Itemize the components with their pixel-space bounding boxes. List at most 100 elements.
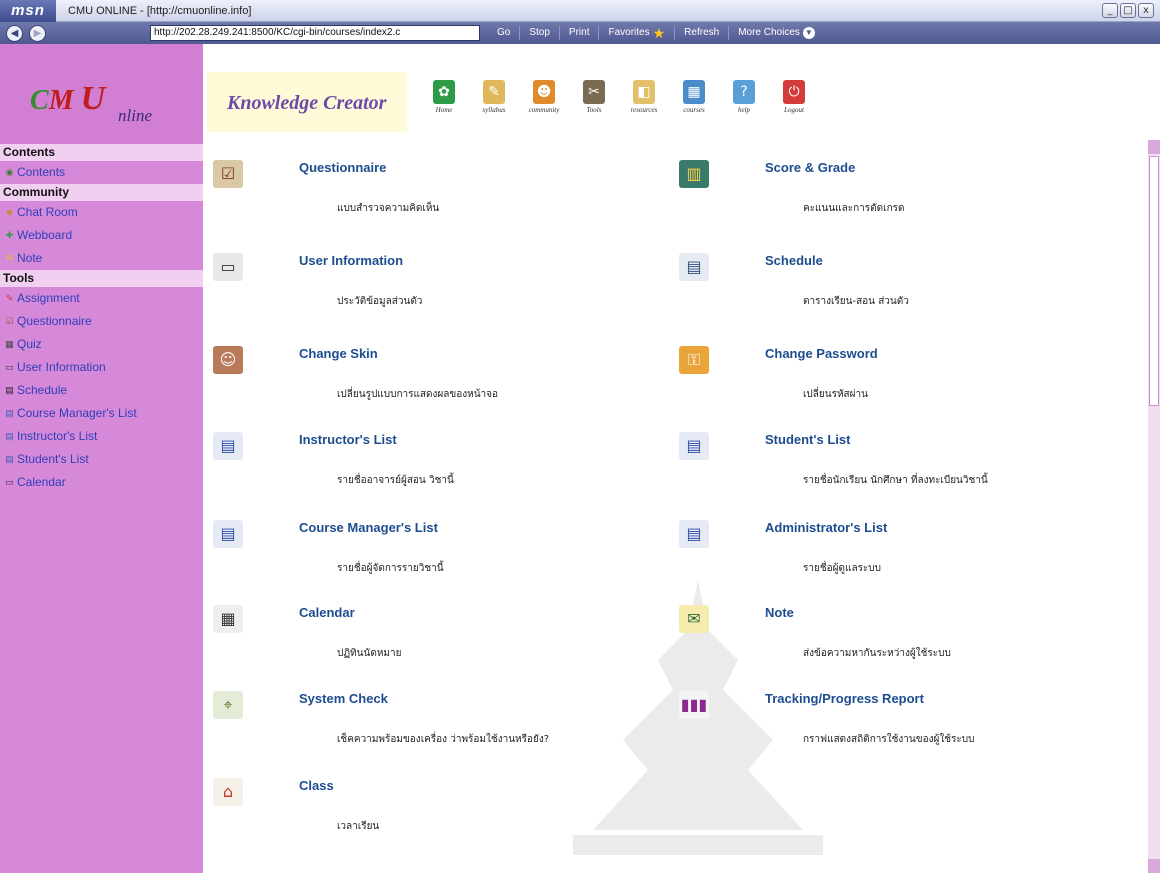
- sidebar-item-questionnaire[interactable]: ☑ Questionnaire: [0, 310, 203, 333]
- entry-title[interactable]: Change Password: [765, 346, 878, 361]
- nav-logout[interactable]: ⏻ Logout: [773, 80, 815, 114]
- sidebar-item-user-information[interactable]: ▭ User Information: [0, 356, 203, 379]
- entry-calendar[interactable]: ▦ Calendar ปฏิทินนัดหมาย: [203, 585, 643, 675]
- nav-courses[interactable]: ▦ courses: [673, 80, 715, 114]
- stop-button[interactable]: Stop: [519, 26, 559, 40]
- scroll-up-button[interactable]: [1148, 140, 1160, 154]
- syllabus-icon: ✎: [483, 80, 505, 104]
- entry-title[interactable]: System Check: [299, 691, 388, 706]
- entry-description: รายชื่ออาจารย์ผู้สอน วิชานี้: [337, 475, 454, 486]
- back-button[interactable]: ◀: [6, 24, 23, 42]
- scroll-down-button[interactable]: [1148, 859, 1160, 873]
- nav-label: resources: [630, 106, 658, 114]
- entry-title[interactable]: Change Skin: [299, 346, 378, 361]
- msn-logo: msn: [0, 0, 56, 22]
- entry-title[interactable]: Score & Grade: [765, 160, 855, 175]
- chevron-down-icon: ▼: [802, 27, 815, 39]
- nav-label: Home: [435, 106, 453, 114]
- sidebar-item-note[interactable]: ✉ Note: [0, 247, 203, 270]
- nav-community[interactable]: ☻ community: [523, 80, 565, 114]
- note-icon: ✉: [679, 605, 709, 633]
- sidebar-item-label: Questionnaire: [17, 314, 92, 328]
- go-button[interactable]: Go: [488, 26, 519, 40]
- logo-letter-u: U: [80, 80, 106, 117]
- entry-title[interactable]: User Information: [299, 253, 403, 268]
- entry-administrators-list[interactable]: ▤ Administrator's List รายชื่อผู้ดูแลระบ…: [669, 500, 1109, 590]
- sidebar-item-webboard[interactable]: ✚ Webboard: [0, 224, 203, 247]
- entry-title[interactable]: Calendar: [299, 605, 355, 620]
- logo-letter-m: M: [48, 85, 74, 116]
- sidebar-item-label: Note: [17, 251, 43, 265]
- maximize-button[interactable]: □: [1120, 3, 1136, 18]
- sidebar-item-label: Student's List: [17, 452, 89, 466]
- system-check-icon: ⌖: [213, 691, 243, 719]
- more-choices-button[interactable]: More Choices ▼: [728, 26, 824, 40]
- sidebar-item-calendar[interactable]: ▭ Calendar: [0, 471, 203, 494]
- list-icon: ▤: [679, 520, 709, 548]
- sidebar-item-label: Course Manager's List: [17, 406, 137, 420]
- nav-help[interactable]: ? help: [723, 80, 765, 114]
- entry-user-information[interactable]: ▭ User Information ประวัติข้อมูลส่วนตัว: [203, 233, 643, 323]
- back-arrow-icon: ◀: [10, 27, 19, 39]
- forward-button[interactable]: ▶: [29, 24, 46, 42]
- entry-tracking-progress-report[interactable]: ▮▮▮ Tracking/Progress Report กราฟแสดงสถิ…: [669, 671, 1109, 761]
- sidebar-item-students-list[interactable]: ▤ Student's List: [0, 448, 203, 471]
- sidebar-item-label: Contents: [17, 165, 66, 179]
- entry-title[interactable]: Instructor's List: [299, 432, 397, 447]
- nav-tools[interactable]: ✂ Tools: [573, 80, 615, 114]
- print-button[interactable]: Print: [558, 26, 599, 40]
- entry-change-password[interactable]: ⚿ Change Password เปลี่ยนรหัสผ่าน: [669, 326, 1109, 416]
- main-content: ☑ Questionnaire แบบสำรวจความคิดเห็น ▭ Us…: [203, 140, 1148, 873]
- entry-description: ประวัติข้อมูลส่วนตัว: [337, 296, 423, 307]
- sidebar-item-contents[interactable]: ◉ Contents: [0, 161, 203, 184]
- menu-heading-community: Community: [0, 184, 203, 201]
- sidebar-item-instructors-list[interactable]: ▤ Instructor's List: [0, 425, 203, 448]
- entry-title[interactable]: Tracking/Progress Report: [765, 691, 924, 706]
- entry-title[interactable]: Course Manager's List: [299, 520, 438, 535]
- entry-schedule[interactable]: ▤ Schedule ตารางเรียน-สอน ส่วนตัว: [669, 233, 1109, 323]
- refresh-button[interactable]: Refresh: [674, 26, 728, 40]
- content-scrollbar[interactable]: [1148, 140, 1160, 873]
- sidebar-item-course-managers-list[interactable]: ▤ Course Manager's List: [0, 402, 203, 425]
- entry-title[interactable]: Class: [299, 778, 334, 793]
- entry-students-list[interactable]: ▤ Student's List รายชื่อนักเรียน นักศึกษ…: [669, 412, 1109, 502]
- entry-class[interactable]: ⌂ Class เวลาเรียน: [203, 758, 643, 848]
- entry-instructors-list[interactable]: ▤ Instructor's List รายชื่ออาจารย์ผู้สอน…: [203, 412, 643, 502]
- nav-resources[interactable]: ◧ resources: [623, 80, 665, 114]
- menu-heading-tools: Tools: [0, 270, 203, 287]
- sidebar-item-chat-room[interactable]: ☻ Chat Room: [0, 201, 203, 224]
- stop-label: Stop: [529, 27, 550, 38]
- entry-change-skin[interactable]: ☺ Change Skin เปลี่ยนรูปแบบการแสดงผลของห…: [203, 326, 643, 416]
- close-button[interactable]: x: [1138, 3, 1154, 18]
- top-banner: Knowledge Creator ✿ Home ✎ syllabus ☻ commu…: [203, 44, 1160, 140]
- entry-description: คะแนนและการตัดเกรด: [803, 203, 905, 214]
- entry-title[interactable]: Note: [765, 605, 794, 620]
- address-bar[interactable]: http://202.28.249.241:8500/KC/cgi-bin/co…: [150, 25, 480, 41]
- browser-toolbar: ◀ ▶ http://202.28.249.241:8500/KC/cgi-bi…: [0, 22, 1160, 44]
- entry-note[interactable]: ✉ Note ส่งข้อความหากันระหว่างผู้ใช้ระบบ: [669, 585, 1109, 675]
- entry-system-check[interactable]: ⌖ System Check เช็คความพร้อมของเครื่อง ว…: [203, 671, 643, 761]
- sidebar-item-label: Webboard: [17, 228, 73, 242]
- cmu-online-logo: CM U: [30, 80, 105, 118]
- entry-course-managers-list[interactable]: ▤ Course Manager's List รายชื่อผู้จัดการ…: [203, 500, 643, 590]
- entry-title[interactable]: Administrator's List: [765, 520, 887, 535]
- logo-letter-c: C: [30, 85, 49, 116]
- entry-title[interactable]: Schedule: [765, 253, 823, 268]
- sidebar-item-label: Instructor's List: [17, 429, 98, 443]
- sidebar-item-quiz[interactable]: ▦ Quiz: [0, 333, 203, 356]
- scroll-thumb[interactable]: [1149, 156, 1159, 406]
- entry-questionnaire[interactable]: ☑ Questionnaire แบบสำรวจความคิดเห็น: [203, 140, 643, 230]
- sidebar-item-schedule[interactable]: ▤ Schedule: [0, 379, 203, 402]
- menu-heading-contents: Contents: [0, 144, 203, 161]
- entry-score-grade[interactable]: ▥ Score & Grade คะแนนและการตัดเกรด: [669, 140, 1109, 230]
- nav-home[interactable]: ✿ Home: [423, 80, 465, 114]
- entry-title[interactable]: Student's List: [765, 432, 850, 447]
- toolbar-buttons: Go Stop Print Favorites ★ Refresh More Ch…: [488, 22, 824, 44]
- minimize-button[interactable]: _: [1102, 3, 1118, 18]
- print-label: Print: [568, 27, 590, 38]
- nav-syllabus[interactable]: ✎ syllabus: [473, 80, 515, 114]
- favorites-button[interactable]: Favorites ★: [598, 26, 674, 40]
- sidebar-item-assignment[interactable]: ✎ Assignment: [0, 287, 203, 310]
- schedule-icon: ▤: [5, 385, 14, 395]
- entry-title[interactable]: Questionnaire: [299, 160, 386, 175]
